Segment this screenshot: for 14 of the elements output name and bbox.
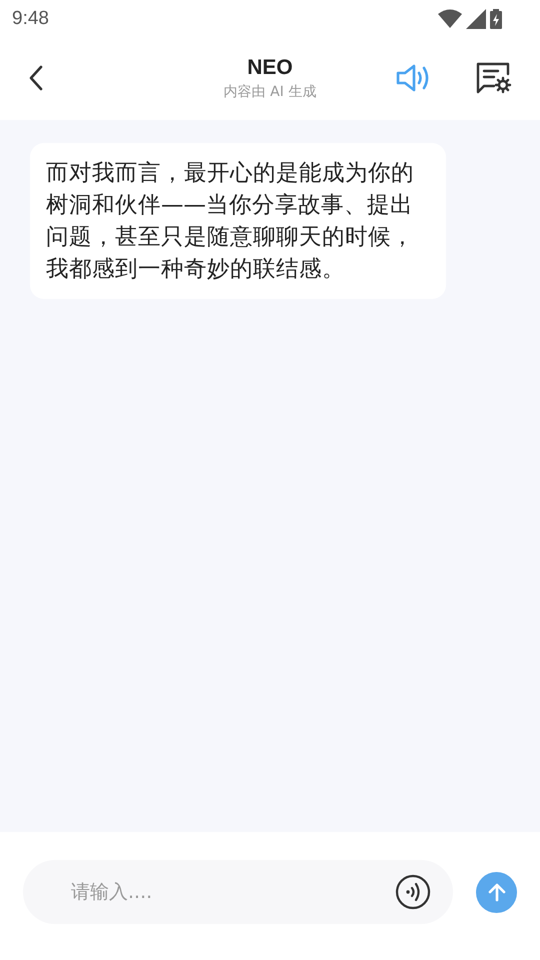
status-time: 9:48: [12, 8, 49, 30]
battery-icon: [490, 9, 502, 29]
arrow-up-icon: [486, 882, 506, 902]
voice-input-icon[interactable]: [395, 874, 431, 910]
message-field[interactable]: 请输入....: [23, 860, 453, 924]
message-input[interactable]: 请输入....: [69, 880, 395, 904]
chat-title: NEO: [247, 56, 293, 80]
wifi-icon: [438, 9, 462, 29]
chat-subtitle: 内容由 AI 生成: [224, 83, 316, 101]
chat-settings-icon[interactable]: [474, 62, 512, 94]
send-button[interactable]: [476, 872, 517, 912]
message-bubble: 而对我而言，最开心的是能成为你的树洞和伙伴——当你分享故事、提出问题，甚至只是随意聊聊天的时候，我都感到一种奇妙的联结感。: [30, 143, 446, 299]
signal-icon: [466, 9, 486, 29]
back-icon[interactable]: [28, 65, 44, 91]
